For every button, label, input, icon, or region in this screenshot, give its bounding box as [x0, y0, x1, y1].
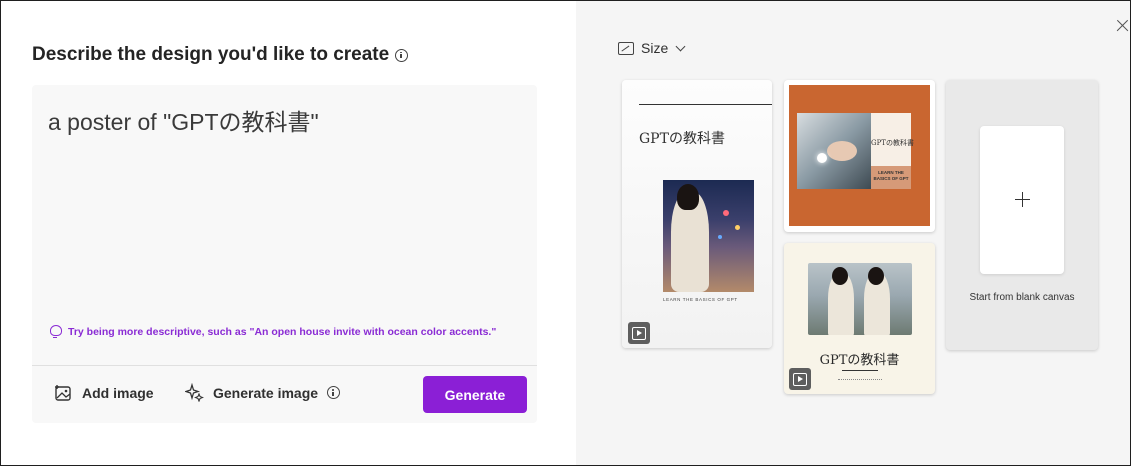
template-card-poster-3[interactable]: GPTの教科書 — [784, 243, 935, 394]
blank-canvas-preview — [980, 126, 1064, 274]
prompt-input[interactable]: a poster of "GPTの教科書" Try being more des… — [32, 85, 537, 423]
close-icon[interactable] — [1114, 17, 1131, 35]
generate-image-button[interactable]: Generate image — [185, 383, 341, 402]
size-label: Size — [641, 40, 669, 56]
plus-icon — [1015, 192, 1030, 207]
template-title: GPTの教科書 — [639, 131, 725, 147]
resize-icon — [618, 41, 634, 55]
size-dropdown[interactable]: Size — [618, 40, 686, 56]
template-title: GPTの教科書 — [819, 353, 900, 368]
dialog-heading: Describe the design you'd like to create — [32, 44, 409, 66]
template-rule — [639, 104, 772, 105]
chevron-down-icon — [675, 41, 686, 52]
lightbulb-icon — [50, 325, 62, 338]
prompt-text[interactable]: a poster of "GPTの教科書" — [48, 103, 319, 137]
template-photo — [663, 180, 754, 292]
template-card-poster-1[interactable]: GPTの教科書 LEARN THE BASICS OF GPT — [622, 80, 772, 348]
info-icon[interactable] — [395, 48, 409, 62]
template-dots — [838, 379, 882, 380]
prompt-tip: Try being more descriptive, such as "An … — [50, 325, 496, 338]
template-rule — [842, 370, 878, 371]
template-subtitle: LEARN THE BASICS OF GPT — [663, 297, 738, 302]
generate-button[interactable]: Generate — [423, 376, 527, 413]
prompt-panel: Describe the design you'd like to create… — [1, 1, 576, 465]
video-template-icon — [628, 322, 650, 344]
templates-panel: Size GPTの教科書 LEARN THE BASICS OF GPT GPT… — [576, 1, 1130, 465]
template-photo — [797, 113, 871, 189]
video-template-icon — [789, 368, 811, 390]
info-icon[interactable] — [327, 386, 341, 399]
add-image-label: Add image — [82, 384, 154, 401]
sparkle-icon — [185, 383, 204, 402]
template-title: GPTの教科書 — [871, 139, 914, 147]
prompt-tip-text: Try being more descriptive, such as "An … — [68, 325, 497, 338]
generate-image-label: Generate image — [213, 384, 319, 401]
template-photo — [808, 263, 912, 335]
add-image-button[interactable]: Add image — [54, 383, 154, 402]
add-image-icon — [55, 385, 71, 401]
blank-canvas-label: Start from blank canvas — [969, 292, 1075, 303]
prompt-divider — [32, 365, 537, 366]
dialog-heading-text: Describe the design you'd like to create — [32, 44, 390, 65]
template-subtitle: LEARN THE BASICS OF GPT — [873, 170, 909, 181]
blank-canvas-card[interactable]: Start from blank canvas — [946, 80, 1098, 350]
template-card-poster-2[interactable]: GPTの教科書 LEARN THE BASICS OF GPT — [784, 80, 935, 232]
